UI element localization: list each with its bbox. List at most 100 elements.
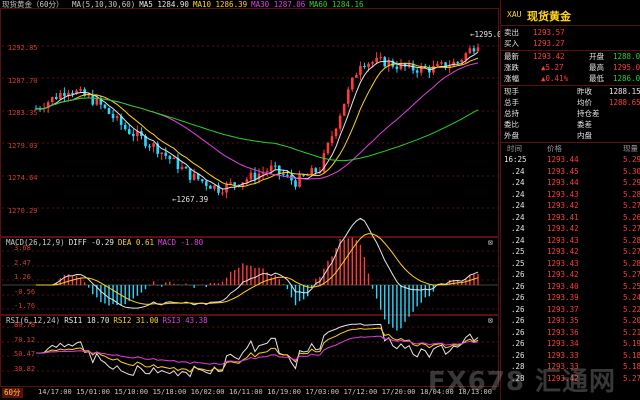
candle-body <box>298 174 301 187</box>
time-tick-label: 16/02:00 <box>190 388 225 396</box>
candle-body <box>221 192 224 194</box>
candle-body <box>63 93 66 96</box>
candle-body <box>172 157 176 159</box>
candle-body <box>330 136 334 143</box>
legend-item: RSI1 18.70 <box>64 316 110 325</box>
candle-body <box>132 133 135 137</box>
candle-body <box>213 185 216 189</box>
candle-body <box>472 48 476 52</box>
hold-row: 总持 持仓差 <box>504 109 600 118</box>
axis-tick-label: 1292.85 <box>8 44 38 52</box>
macd-settings-icon[interactable]: ⊠ <box>488 238 493 248</box>
candle-body <box>59 93 62 99</box>
candle-body <box>164 152 168 156</box>
quote-header: XAU 现货黄金 <box>501 9 640 23</box>
symbol-code: XAU <box>507 10 522 19</box>
candle-body <box>229 182 232 184</box>
chart-title: 现货黄金（60分） <box>2 0 64 9</box>
axis-tick-label: 30.82 <box>14 364 36 373</box>
time-tick-label: 15/18:00 <box>152 388 187 396</box>
candle-body <box>310 168 314 176</box>
candle-body <box>107 107 111 114</box>
tick-row: .26 1293.42 5.27 <box>511 270 640 279</box>
rsi-settings-icon[interactable]: ⊠ <box>488 316 493 326</box>
legend-item: MA5 1284.90 <box>139 0 189 9</box>
candle-body <box>91 95 95 105</box>
tick-row: .26 1293.33 5.18 <box>511 350 640 360</box>
candle-body <box>71 92 74 94</box>
rsi1-line <box>35 323 479 378</box>
chart-area[interactable]: 现货黄金（60分） MA(5,10,30,60) MA5 1284.90 MA10 … <box>0 0 506 400</box>
tick-row: .26 1293.37 5.22 <box>511 304 640 314</box>
macd-legend: MACD(26,12,9) DIFF -0.29 DEA 0.61 MACD -1.8… <box>2 238 203 248</box>
candle-body <box>54 96 58 99</box>
ticks-header: 时间 价格 现量 <box>507 144 638 153</box>
tick-row: .26 1293.39 5.24 <box>511 293 640 302</box>
candle-body <box>87 95 91 97</box>
candle-body <box>192 173 196 180</box>
time-tick-label: 15/01:00 <box>76 388 110 396</box>
candle-body <box>148 146 151 148</box>
axis-tick-label: 1274.64 <box>8 174 38 182</box>
time-tick-label: 16/19:00 <box>267 388 301 396</box>
time-tick-label: 17/03:00 <box>305 388 340 396</box>
candle-body <box>209 185 212 189</box>
axis-tick-label: 50.47 <box>14 350 36 358</box>
candle-body <box>168 155 172 159</box>
change-row: 涨跌 ▲5.27 最高 1295.02 <box>504 63 640 72</box>
legend-item: DIFF -0.29 <box>68 238 114 247</box>
total-row: 总手 均价 1288.65 <box>504 98 640 107</box>
candle-body <box>111 113 115 119</box>
tick-row: .24 1293.45 5.30 <box>511 166 640 176</box>
candle-body <box>123 124 127 130</box>
time-tick-label: 15/10:00 <box>114 388 149 396</box>
candle-body <box>205 181 208 186</box>
candle-body <box>115 116 119 119</box>
candle-body <box>464 53 468 61</box>
time-tick-label: 17/12:00 <box>343 388 378 396</box>
ratio-row: 委比 委差 <box>504 120 592 129</box>
chart-canvas[interactable] <box>0 0 500 400</box>
candle-body <box>460 60 464 63</box>
candle-body <box>342 103 346 116</box>
candle-body <box>249 172 253 180</box>
tick-row: .24 1293.42 5.27 <box>511 224 640 233</box>
candle-body <box>265 171 269 173</box>
candle-body <box>269 165 273 172</box>
axis-tick-label: -1.76 <box>14 302 36 310</box>
candle-body <box>273 165 277 167</box>
legend-item: MA10 1286.39 <box>192 0 248 9</box>
last-row: 最新 1293.42 开盘 1288.00 <box>504 52 640 61</box>
ma5-line <box>36 51 479 190</box>
axis-tick-label: 70.12 <box>14 335 36 344</box>
candle-body <box>355 74 358 78</box>
axis-tick-label: 1283.35 <box>8 109 38 117</box>
candle-body <box>184 166 188 169</box>
axis-tick-label: 2.47 <box>14 258 31 267</box>
time-tick-label: 16/11:00 <box>229 388 263 396</box>
axis-tick-label: 1.26 <box>14 273 31 281</box>
candle-body <box>350 77 354 90</box>
candle-body <box>338 115 342 129</box>
tick-row: .26 1293.40 5.25 <box>511 281 640 291</box>
candle-body <box>468 48 472 54</box>
candle-body <box>346 89 350 104</box>
tick-row: .24 1293.44 5.29 <box>511 178 640 187</box>
candle-body <box>233 182 236 185</box>
period-selector[interactable]: 60分 <box>2 388 23 398</box>
time-tick-label: 17/20:00 <box>381 388 416 396</box>
candle-body <box>363 65 366 68</box>
watermark-logo: FX678 汇通网 <box>427 367 616 397</box>
candle-body <box>50 96 54 103</box>
candle-body <box>180 166 184 170</box>
candle-body <box>399 63 403 69</box>
axis-tick-label: 1287.70 <box>8 76 38 85</box>
axis-tick-label: 1270.29 <box>8 206 38 215</box>
axis-tick-label: 80.78 <box>14 321 36 329</box>
candle-body <box>314 168 318 173</box>
candle-body <box>245 179 249 183</box>
legend-item: MACD -1.80 <box>157 238 204 247</box>
candle-body <box>415 70 419 73</box>
pct-row: 涨幅 ▲0.41% 最低 1286.00 <box>504 74 640 83</box>
tick-row: .26 1293.35 5.20 <box>511 316 640 325</box>
